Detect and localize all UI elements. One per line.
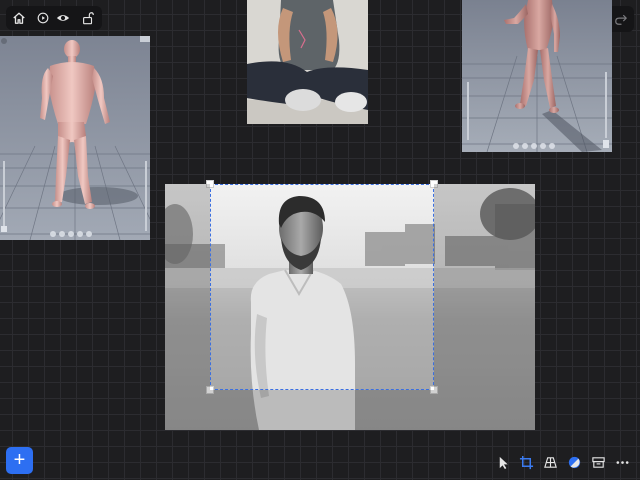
play-circle-icon[interactable] bbox=[35, 10, 51, 26]
eye-icon[interactable] bbox=[55, 10, 71, 26]
crop-mask-right bbox=[434, 184, 535, 430]
perspective-icon[interactable] bbox=[541, 453, 559, 471]
unlock-icon[interactable] bbox=[80, 10, 96, 26]
crop-icon[interactable] bbox=[517, 453, 535, 471]
add-button[interactable]: + bbox=[6, 447, 33, 474]
model-back-view-image bbox=[0, 36, 150, 240]
sitting-man-photo-card[interactable] bbox=[247, 0, 368, 124]
model-back-view-card[interactable] bbox=[0, 36, 150, 240]
model-front-view-image bbox=[462, 0, 612, 152]
model-front-view-card[interactable] bbox=[462, 0, 612, 152]
crop-mask-bottom bbox=[210, 390, 434, 430]
color-adjust-icon[interactable] bbox=[565, 453, 583, 471]
crop-selection-box[interactable] bbox=[210, 184, 434, 390]
select-icon[interactable] bbox=[494, 453, 512, 471]
sitting-man-photo-image bbox=[247, 0, 368, 124]
home-icon[interactable] bbox=[11, 10, 27, 26]
archive-icon[interactable] bbox=[589, 453, 607, 471]
redo-icon[interactable] bbox=[613, 11, 629, 27]
more-icon[interactable] bbox=[613, 453, 631, 471]
crop-mask-left bbox=[165, 184, 210, 430]
